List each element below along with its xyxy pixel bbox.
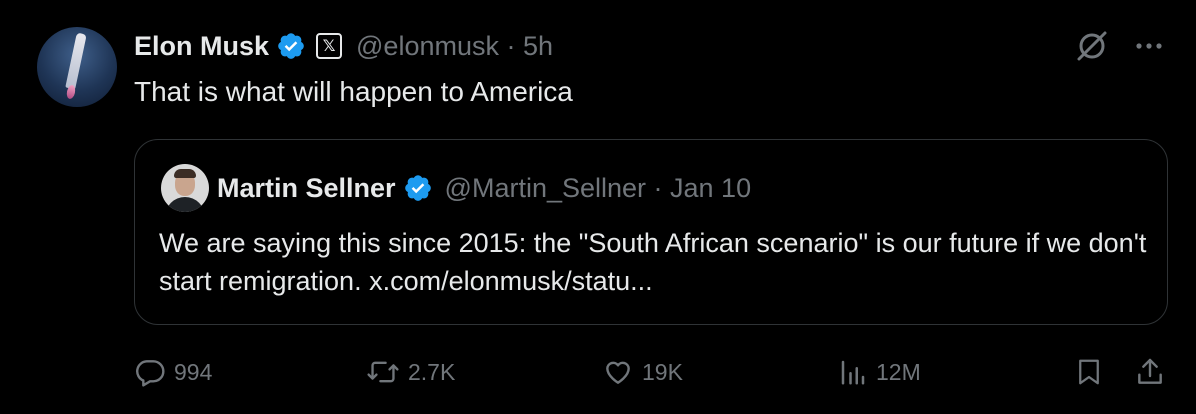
verified-badge-icon[interactable] [403, 173, 433, 203]
reply-icon [134, 356, 166, 388]
repost-count: 2.7K [408, 358, 456, 385]
share-icon [1134, 355, 1166, 389]
reply-count: 994 [174, 358, 213, 385]
avatar-shirt [165, 197, 205, 212]
like-button[interactable]: 19K [602, 352, 683, 392]
quoted-text: We are saying this since 2015: the "Sout… [159, 228, 1147, 296]
like-count: 19K [642, 358, 683, 385]
like-icon [602, 356, 634, 388]
bookmark-icon [1074, 355, 1104, 389]
bookmark-button[interactable] [1074, 352, 1104, 392]
views-icon [838, 356, 868, 388]
tweet-top-actions [1074, 28, 1166, 64]
verified-badge-icon[interactable] [276, 31, 306, 61]
tweet-actions: 994 2.7K 19K 12M [134, 352, 1174, 392]
tweet-text: That is what will happen to America [134, 76, 573, 107]
rocket-image [65, 32, 87, 90]
author-name[interactable]: Elon Musk [134, 31, 269, 62]
more-icon[interactable] [1132, 29, 1166, 63]
avatar-hair [174, 169, 196, 178]
share-button[interactable] [1134, 352, 1166, 392]
quoted-author-name[interactable]: Martin Sellner [217, 173, 396, 204]
repost-icon [366, 356, 400, 388]
quoted-header: Martin Sellner @Martin_Sellner · Jan 10 [217, 170, 751, 206]
author-handle-and-time[interactable]: @elonmusk · 5h [356, 31, 553, 62]
repost-button[interactable]: 2.7K [366, 352, 455, 392]
quoted-tweet[interactable]: Martin Sellner @Martin_Sellner · Jan 10 … [134, 139, 1168, 325]
author-avatar[interactable] [37, 27, 117, 107]
grok-icon[interactable] [1074, 28, 1110, 64]
tweet-header: Elon Musk 𝕏 @elonmusk · 5h [134, 28, 553, 64]
views-button[interactable]: 12M [838, 352, 921, 392]
views-count: 12M [876, 358, 921, 385]
affiliation-badge[interactable]: 𝕏 [316, 33, 343, 59]
reply-button[interactable]: 994 [134, 352, 212, 392]
quoted-handle-and-time[interactable]: @Martin_Sellner · Jan 10 [445, 173, 752, 204]
quoted-author-avatar[interactable] [161, 164, 209, 212]
